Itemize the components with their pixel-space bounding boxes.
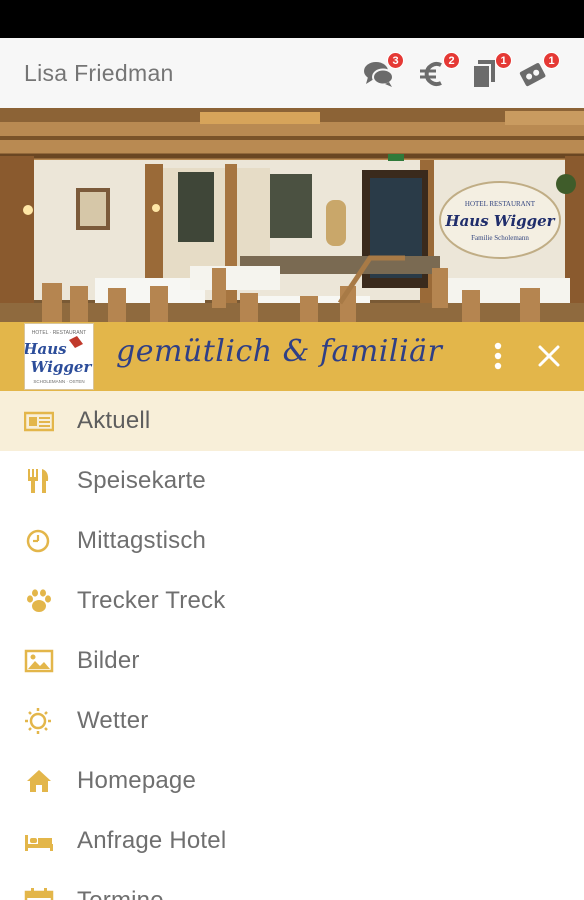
sign-line-2: Haus Wigger (444, 212, 555, 230)
logo-word-1: Haus (25, 340, 67, 358)
menu-item-bilder[interactable]: Bilder (0, 631, 584, 691)
menu-label-wetter: Wetter (77, 707, 149, 734)
close-icon (538, 345, 560, 367)
euro-button[interactable]: 2 (416, 52, 460, 92)
logo-word-2: Wigger (31, 358, 93, 376)
more-options-button[interactable] (486, 341, 510, 373)
menu-item-wetter[interactable]: Wetter (0, 691, 584, 751)
messages-badge: 3 (387, 52, 404, 69)
newspaper-icon (24, 411, 54, 432)
menu-item-aktuell[interactable]: Aktuell (0, 391, 584, 451)
slogan: gemütlich & familiär (116, 334, 443, 369)
brand-banner: HOTEL · RESTAURANT Haus Wigger SCHOLEMAN… (0, 322, 584, 391)
navigation-menu: Aktuell Speisekarte Mittagstisch Trecker… (0, 391, 584, 900)
menu-label-speisekarte: Speisekarte (77, 467, 206, 494)
menu-item-trecker-treck[interactable]: Trecker Treck (0, 571, 584, 631)
menu-item-anfrage-hotel[interactable]: Anfrage Hotel (0, 811, 584, 871)
image-icon (24, 649, 54, 673)
menu-label-mittagstisch: Mittagstisch (77, 527, 207, 554)
logo-sub-text: SCHOLEMANN · OSTEN (33, 379, 84, 384)
menu-item-termine[interactable]: Termine (0, 871, 584, 900)
menu-label-aktuell: Aktuell (77, 407, 151, 434)
menu-label-anfrage-hotel: Anfrage Hotel (77, 827, 227, 854)
restaurant-logo: HOTEL · RESTAURANT Haus Wigger SCHOLEMAN… (22, 323, 94, 390)
bed-icon (25, 835, 53, 851)
more-vertical-icon (494, 342, 502, 370)
sign-line-3: Familie Scholemann (471, 234, 529, 242)
cutlery-icon (28, 469, 49, 493)
sign-line-1: HOTEL RESTAURANT (465, 200, 536, 208)
close-button[interactable] (536, 343, 562, 369)
coupons-button[interactable]: 1 (468, 52, 512, 92)
restaurant-photo: HOTEL RESTAURANT Haus Wigger Familie Sch… (0, 108, 584, 323)
calendar-icon (24, 888, 54, 900)
stamp-card-badge: 1 (543, 52, 560, 69)
stamp-card-button[interactable]: 1 (516, 52, 560, 92)
menu-label-termine: Termine (77, 887, 164, 900)
menu-label-homepage: Homepage (77, 767, 197, 794)
menu-label-bilder: Bilder (77, 647, 140, 674)
status-bar (0, 0, 584, 38)
menu-item-speisekarte[interactable]: Speisekarte (0, 451, 584, 511)
paw-icon (27, 589, 51, 612)
user-name: Lisa Friedman (24, 60, 174, 86)
sun-icon (25, 708, 51, 734)
logo-top-text: HOTEL · RESTAURANT (32, 330, 86, 336)
top-app-bar: Lisa Friedman 3 2 1 1 (0, 38, 584, 108)
menu-label-trecker-treck: Trecker Treck (77, 587, 226, 614)
euro-badge: 2 (443, 52, 460, 69)
menu-item-mittagstisch[interactable]: Mittagstisch (0, 511, 584, 571)
clock-icon (26, 529, 50, 553)
messages-button[interactable]: 3 (360, 52, 404, 92)
coupons-badge: 1 (495, 52, 512, 69)
menu-item-homepage[interactable]: Homepage (0, 751, 584, 811)
home-icon (27, 770, 51, 792)
